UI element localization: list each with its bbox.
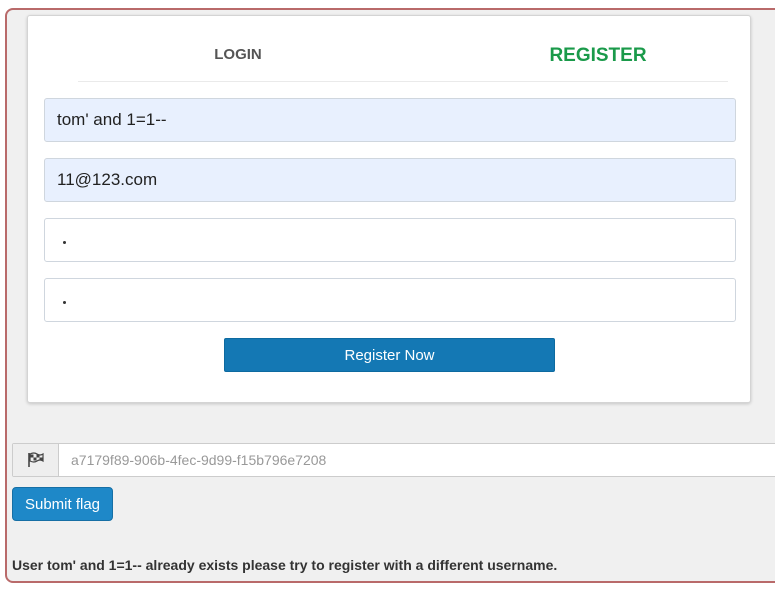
email-field[interactable]: 11@123.com bbox=[44, 158, 736, 202]
status-message: User tom' and 1=1-- already exists pleas… bbox=[12, 557, 558, 573]
email-value: 11@123.com bbox=[57, 170, 158, 189]
username-value: tom' and 1=1-- bbox=[57, 110, 167, 129]
register-card: LOGIN REGISTER tom' and 1=1-- 11@123.com… bbox=[27, 15, 751, 403]
auth-tabs: LOGIN REGISTER bbox=[78, 34, 728, 82]
password-field[interactable] bbox=[44, 218, 736, 262]
tab-register[interactable]: REGISTER bbox=[508, 32, 688, 80]
password-mask bbox=[63, 240, 66, 244]
flag-input-group: a7179f89-906b-4fec-9d99-f15b796e7208 bbox=[12, 443, 775, 477]
username-field[interactable]: tom' and 1=1-- bbox=[44, 98, 736, 142]
confirm-password-field[interactable] bbox=[44, 278, 736, 322]
flag-input[interactable]: a7179f89-906b-4fec-9d99-f15b796e7208 bbox=[71, 444, 326, 476]
submit-flag-button[interactable]: Submit flag bbox=[12, 487, 113, 521]
tab-login[interactable]: LOGIN bbox=[158, 30, 318, 78]
confirm-password-mask bbox=[63, 300, 66, 304]
register-now-button[interactable]: Register Now bbox=[224, 338, 555, 372]
flag-checkered-icon bbox=[13, 444, 59, 476]
